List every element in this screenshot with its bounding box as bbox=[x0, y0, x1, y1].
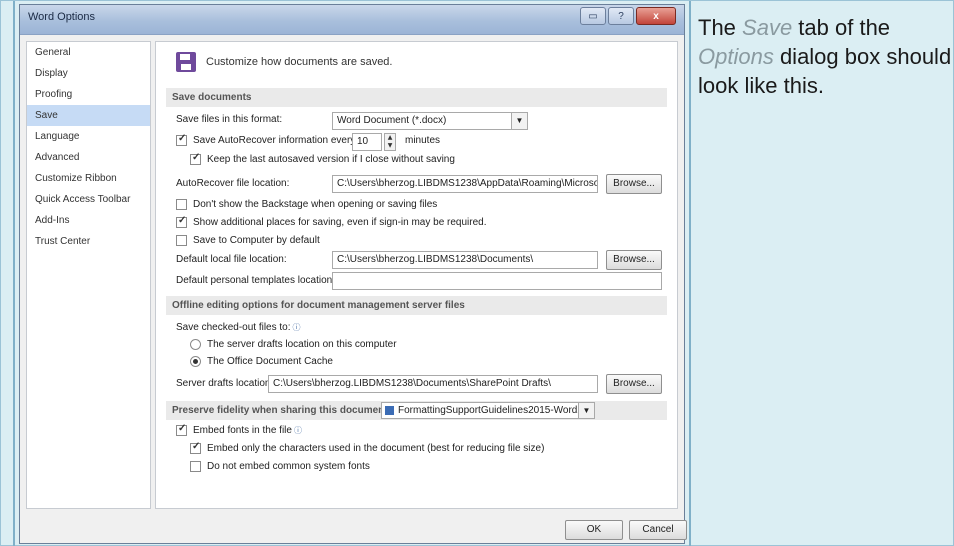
nav-item-quick-access-toolbar[interactable]: Quick Access Toolbar bbox=[27, 189, 150, 210]
server-drafts-location-input[interactable]: C:\Users\bherzog.LIBDMS1238\Documents\Sh… bbox=[268, 375, 598, 393]
ok-button[interactable]: OK bbox=[565, 520, 623, 540]
templates-label: Default personal templates location: bbox=[176, 275, 335, 286]
dialog-body: General Display Proofing Save Language A… bbox=[26, 41, 678, 509]
save-settings-panel: Customize how documents are saved. Save … bbox=[155, 41, 678, 509]
keep-last-checkbox[interactable] bbox=[190, 152, 201, 165]
embed-fonts-checkbox[interactable] bbox=[176, 423, 187, 436]
save-to-computer-row: Save to Computer by default bbox=[176, 235, 320, 246]
save-to-computer-label: Save to Computer by default bbox=[193, 235, 320, 246]
spin-up-icon: ▲ bbox=[387, 134, 393, 141]
format-select-value: Word Document (*.docx) bbox=[337, 115, 447, 126]
help-button[interactable]: ? bbox=[608, 7, 634, 25]
autorecover-location-input[interactable]: C:\Users\bherzog.LIBDMS1238\AppData\Roam… bbox=[332, 175, 598, 193]
nav-item-trust-center[interactable]: Trust Center bbox=[27, 231, 150, 252]
embed-chars-label: Embed only the characters used in the do… bbox=[207, 443, 545, 454]
save-icon bbox=[176, 52, 196, 72]
caption-part: tab of the bbox=[792, 15, 891, 40]
caption-text: The Save tab of the Options dialog box s… bbox=[698, 13, 952, 100]
additional-places-checkbox[interactable] bbox=[176, 215, 187, 228]
section-offline-editing: Offline editing options for document man… bbox=[166, 296, 667, 315]
nav-item-customize-ribbon[interactable]: Customize Ribbon bbox=[27, 168, 150, 189]
fidelity-document-select[interactable]: FormattingSupportGuidelines2015-Word2...… bbox=[381, 402, 595, 419]
word-document-icon bbox=[385, 406, 394, 415]
help-icon: ? bbox=[618, 10, 624, 22]
no-backstage-row: Don't show the Backstage when opening or… bbox=[176, 199, 437, 210]
embed-chars-row: Embed only the characters used in the do… bbox=[190, 441, 545, 454]
server-drafts-radio-row: The server drafts location on this compu… bbox=[190, 339, 397, 350]
nav-item-proofing[interactable]: Proofing bbox=[27, 84, 150, 105]
close-button[interactable]: x bbox=[636, 7, 676, 25]
autorecover-location-label: AutoRecover file location: bbox=[176, 178, 290, 189]
fidelity-document-value: FormattingSupportGuidelines2015-Word2... bbox=[398, 405, 592, 416]
additional-places-label: Show additional places for saving, even … bbox=[193, 217, 487, 228]
slide-background: The Save tab of the Options dialog box s… bbox=[0, 0, 954, 546]
nav-item-display[interactable]: Display bbox=[27, 63, 150, 84]
browse-default-local-button[interactable]: Browse... bbox=[606, 250, 662, 270]
office-cache-radio-row: The Office Document Cache bbox=[190, 356, 333, 367]
nav-item-language[interactable]: Language bbox=[27, 126, 150, 147]
nav-item-add-ins[interactable]: Add-Ins bbox=[27, 210, 150, 231]
caption-emphasis: Save bbox=[742, 15, 793, 40]
templates-location-input[interactable] bbox=[332, 272, 662, 290]
no-backstage-checkbox[interactable] bbox=[176, 199, 187, 210]
autorecover-spinner[interactable]: ▲ ▼ bbox=[384, 133, 396, 151]
nav-item-general[interactable]: General bbox=[27, 42, 150, 63]
minutes-label: minutes bbox=[405, 135, 441, 146]
server-drafts-location-label: Server drafts location: bbox=[176, 378, 274, 389]
keep-last-row: Keep the last autosaved version if I clo… bbox=[190, 152, 455, 165]
format-label: Save files in this format: bbox=[176, 114, 283, 125]
section-save-documents: Save documents bbox=[166, 88, 667, 107]
panel-divider bbox=[689, 1, 691, 546]
info-icon: ⓘ bbox=[293, 426, 302, 435]
no-common-fonts-checkbox[interactable] bbox=[190, 461, 201, 472]
left-divider bbox=[13, 1, 15, 546]
info-icon: ⓘ bbox=[292, 323, 301, 332]
nav-item-save[interactable]: Save bbox=[27, 105, 150, 126]
server-drafts-radio[interactable] bbox=[190, 339, 201, 350]
panel-header: Customize how documents are saved. bbox=[176, 52, 392, 72]
nav-item-advanced[interactable]: Advanced bbox=[27, 147, 150, 168]
default-local-label: Default local file location: bbox=[176, 254, 287, 265]
panel-header-text: Customize how documents are saved. bbox=[206, 56, 393, 68]
close-icon: x bbox=[653, 10, 659, 22]
no-backstage-label: Don't show the Backstage when opening or… bbox=[193, 199, 438, 210]
caption-emphasis: Options bbox=[698, 44, 774, 69]
options-nav: General Display Proofing Save Language A… bbox=[26, 41, 151, 509]
office-cache-radio-label: The Office Document Cache bbox=[207, 356, 333, 367]
embed-fonts-row: Embed fonts in the file ⓘ bbox=[176, 423, 302, 436]
server-drafts-radio-label: The server drafts location on this compu… bbox=[207, 339, 397, 350]
chevron-down-icon: ▼ bbox=[511, 113, 527, 129]
no-common-fonts-row: Do not embed common system fonts bbox=[190, 461, 370, 472]
autorecover-minutes-input[interactable]: 10 bbox=[352, 133, 382, 151]
restore-button[interactable]: ▭ bbox=[580, 7, 606, 25]
dialog-title: Word Options bbox=[28, 11, 96, 23]
embed-fonts-label: Embed fonts in the file bbox=[193, 425, 292, 436]
caption-part: The bbox=[698, 15, 743, 40]
chevron-down-icon: ▼ bbox=[578, 403, 594, 418]
office-cache-radio[interactable] bbox=[190, 356, 201, 367]
default-local-input[interactable]: C:\Users\bherzog.LIBDMS1238\Documents\ bbox=[332, 251, 598, 269]
title-bar: Word Options ▭ ? x bbox=[20, 5, 684, 35]
cancel-button[interactable]: Cancel bbox=[629, 520, 687, 540]
checkout-label-row: Save checked-out files to: ⓘ bbox=[176, 322, 301, 333]
no-common-fonts-label: Do not embed common system fonts bbox=[207, 461, 370, 472]
format-select[interactable]: Word Document (*.docx) ▼ bbox=[332, 112, 528, 130]
checkout-label: Save checked-out files to: bbox=[176, 322, 291, 333]
autorecover-checkbox[interactable] bbox=[176, 133, 187, 146]
autorecover-row: Save AutoRecover information every bbox=[176, 133, 356, 146]
autorecover-label: Save AutoRecover information every bbox=[193, 135, 356, 146]
word-options-dialog: Word Options ▭ ? x General Display Proof… bbox=[19, 4, 687, 544]
window-controls: ▭ ? x bbox=[580, 7, 676, 25]
additional-places-row: Show additional places for saving, even … bbox=[176, 215, 487, 228]
spin-down-icon: ▼ bbox=[387, 142, 393, 149]
embed-chars-checkbox[interactable] bbox=[190, 441, 201, 454]
save-to-computer-checkbox[interactable] bbox=[176, 235, 187, 246]
browse-autorecover-button[interactable]: Browse... bbox=[606, 174, 662, 194]
restore-icon: ▭ bbox=[588, 10, 598, 22]
browse-server-drafts-button[interactable]: Browse... bbox=[606, 374, 662, 394]
keep-last-label: Keep the last autosaved version if I clo… bbox=[207, 154, 455, 165]
